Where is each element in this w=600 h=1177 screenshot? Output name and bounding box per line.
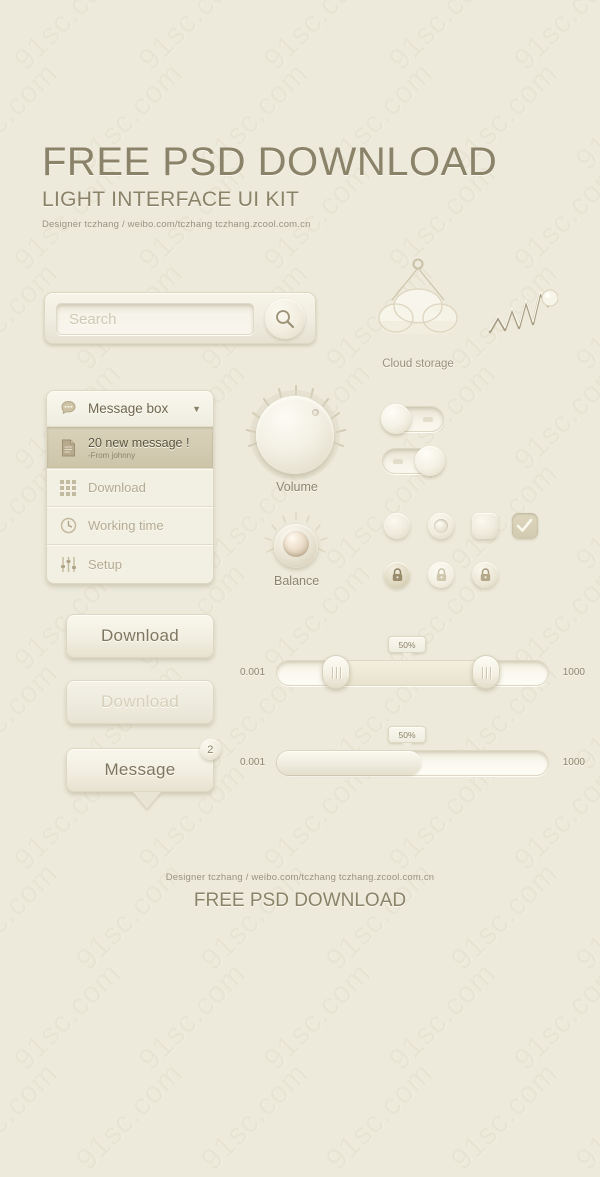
progress-slider-min-label: 0.001 (240, 757, 266, 768)
page-subtitle: LIGHT INTERFACE UI KIT (42, 188, 300, 211)
lock-row (384, 562, 514, 592)
menu-item-setup[interactable]: Setup (47, 545, 213, 583)
progress-slider-max-label: 1000 (562, 757, 585, 768)
balance-knob-widget[interactable]: Balance (264, 512, 328, 588)
progress-slider-tooltip: 50% (388, 726, 426, 743)
balance-knob[interactable] (274, 524, 318, 568)
message-button-label: Message (104, 760, 176, 779)
chevron-down-icon[interactable]: ▼ (192, 404, 201, 414)
range-slider-min-label: 0.001 (240, 667, 266, 678)
message-badge: 2 (200, 739, 221, 760)
progress-slider-track[interactable] (276, 750, 549, 776)
toggle-switch-off[interactable] (381, 404, 444, 434)
control-row (384, 513, 544, 543)
menu-item-sublabel: -From johnny (88, 450, 136, 460)
download-button-disabled: Download (66, 680, 214, 724)
menu-header-label: Message box (88, 401, 169, 416)
watermark-text: 91sc.com (194, 1056, 315, 1177)
footer-credit: Designer tczhang / weibo.com/tczhang tcz… (165, 872, 435, 883)
lock-icon (436, 568, 446, 581)
radio-inner-dot (434, 519, 448, 533)
clock-icon (57, 517, 79, 534)
message-button[interactable]: Message 2 (66, 739, 221, 809)
lock-button-dark[interactable] (384, 562, 410, 588)
menu-item-new-message[interactable]: 20 new message ! -From johnny (47, 427, 213, 469)
page-header: FREE PSD DOWNLOAD LIGHT INTERFACE UI KIT… (42, 140, 497, 230)
progress-slider-widget[interactable]: 0.001 1000 50% (240, 726, 585, 794)
search-icon (276, 310, 295, 329)
menu-item-label: Working time (88, 518, 164, 533)
lock-icon (480, 568, 490, 581)
lock-button-light[interactable] (428, 562, 454, 588)
checkbox-unchecked[interactable] (472, 513, 498, 539)
checkbox-checked[interactable] (512, 513, 538, 539)
watermark-text: 91sc.com (69, 1056, 190, 1177)
search-placeholder: Search (69, 310, 117, 328)
range-slider-widget[interactable]: 0.001 1000 50% (240, 636, 585, 704)
menu-item-label: Setup (88, 556, 122, 572)
volume-knob-widget[interactable]: Volume (246, 385, 346, 494)
toggle-track-mark (423, 417, 433, 422)
watermark-text: 91sc.com (569, 1056, 600, 1177)
watermark-text: 91sc.com (444, 1056, 565, 1177)
lock-button-mid[interactable] (472, 562, 498, 588)
balance-knob-indicator (283, 531, 309, 557)
search-button[interactable] (265, 299, 305, 339)
menu-item-label: Download (88, 480, 146, 495)
header-credit: Designer tczhang / weibo.com/tczhang tcz… (42, 219, 311, 230)
lock-icon (392, 568, 402, 581)
watermark-text: 91sc.com (319, 1056, 440, 1177)
cloud-storage-label: Cloud storage (382, 358, 454, 370)
message-box-menu[interactable]: Message box ▼ 20 new message ! -From joh… (46, 390, 214, 584)
line-chart-icon (488, 289, 559, 334)
sliders-icon (57, 556, 79, 573)
menu-item-working-time[interactable]: Working time (47, 507, 213, 545)
toggle-switch-on[interactable] (382, 446, 445, 476)
progress-slider-fill (277, 751, 421, 775)
menu-item-download[interactable]: Download (47, 469, 213, 507)
watermark-text: 91sc.com (0, 1056, 65, 1177)
volume-knob[interactable] (256, 396, 334, 474)
chat-bubble-icon (57, 400, 79, 417)
search-input[interactable]: Search (56, 303, 254, 335)
range-slider-tooltip: 50% (388, 636, 426, 653)
grid-icon (57, 479, 79, 496)
line-chart-widget[interactable] (488, 286, 559, 347)
download-button[interactable]: Download (66, 614, 214, 658)
toggle-knob[interactable] (381, 404, 411, 434)
page-footer: Designer tczhang / weibo.com/tczhang tcz… (0, 872, 600, 912)
menu-header[interactable]: Message box ▼ (47, 391, 213, 427)
range-slider-handle-left[interactable] (322, 655, 350, 689)
document-icon (57, 439, 79, 457)
progress-slider-tooltip-tail (402, 743, 412, 749)
cloud-icon (378, 258, 458, 334)
search-bar[interactable]: Search (44, 292, 316, 344)
radio-unchecked[interactable] (384, 513, 410, 539)
range-slider-track[interactable] (276, 660, 549, 686)
toggle-track-mark (393, 459, 403, 464)
cloud-storage-widget[interactable]: Cloud storage (368, 258, 468, 370)
volume-knob-indicator (312, 409, 319, 416)
bubble-tail (133, 792, 161, 809)
range-slider-max-label: 1000 (562, 667, 585, 678)
range-slider-handle-right[interactable] (472, 655, 500, 689)
menu-item-label: 20 new message ! (88, 435, 190, 450)
radio-checked[interactable] (428, 513, 454, 539)
range-slider-fill (337, 661, 490, 685)
check-icon (516, 518, 533, 532)
toggle-knob[interactable] (415, 446, 445, 476)
footer-title: FREE PSD DOWNLOAD (193, 890, 407, 911)
page-title: FREE PSD DOWNLOAD (42, 140, 498, 184)
range-slider-tooltip-tail (402, 653, 412, 659)
